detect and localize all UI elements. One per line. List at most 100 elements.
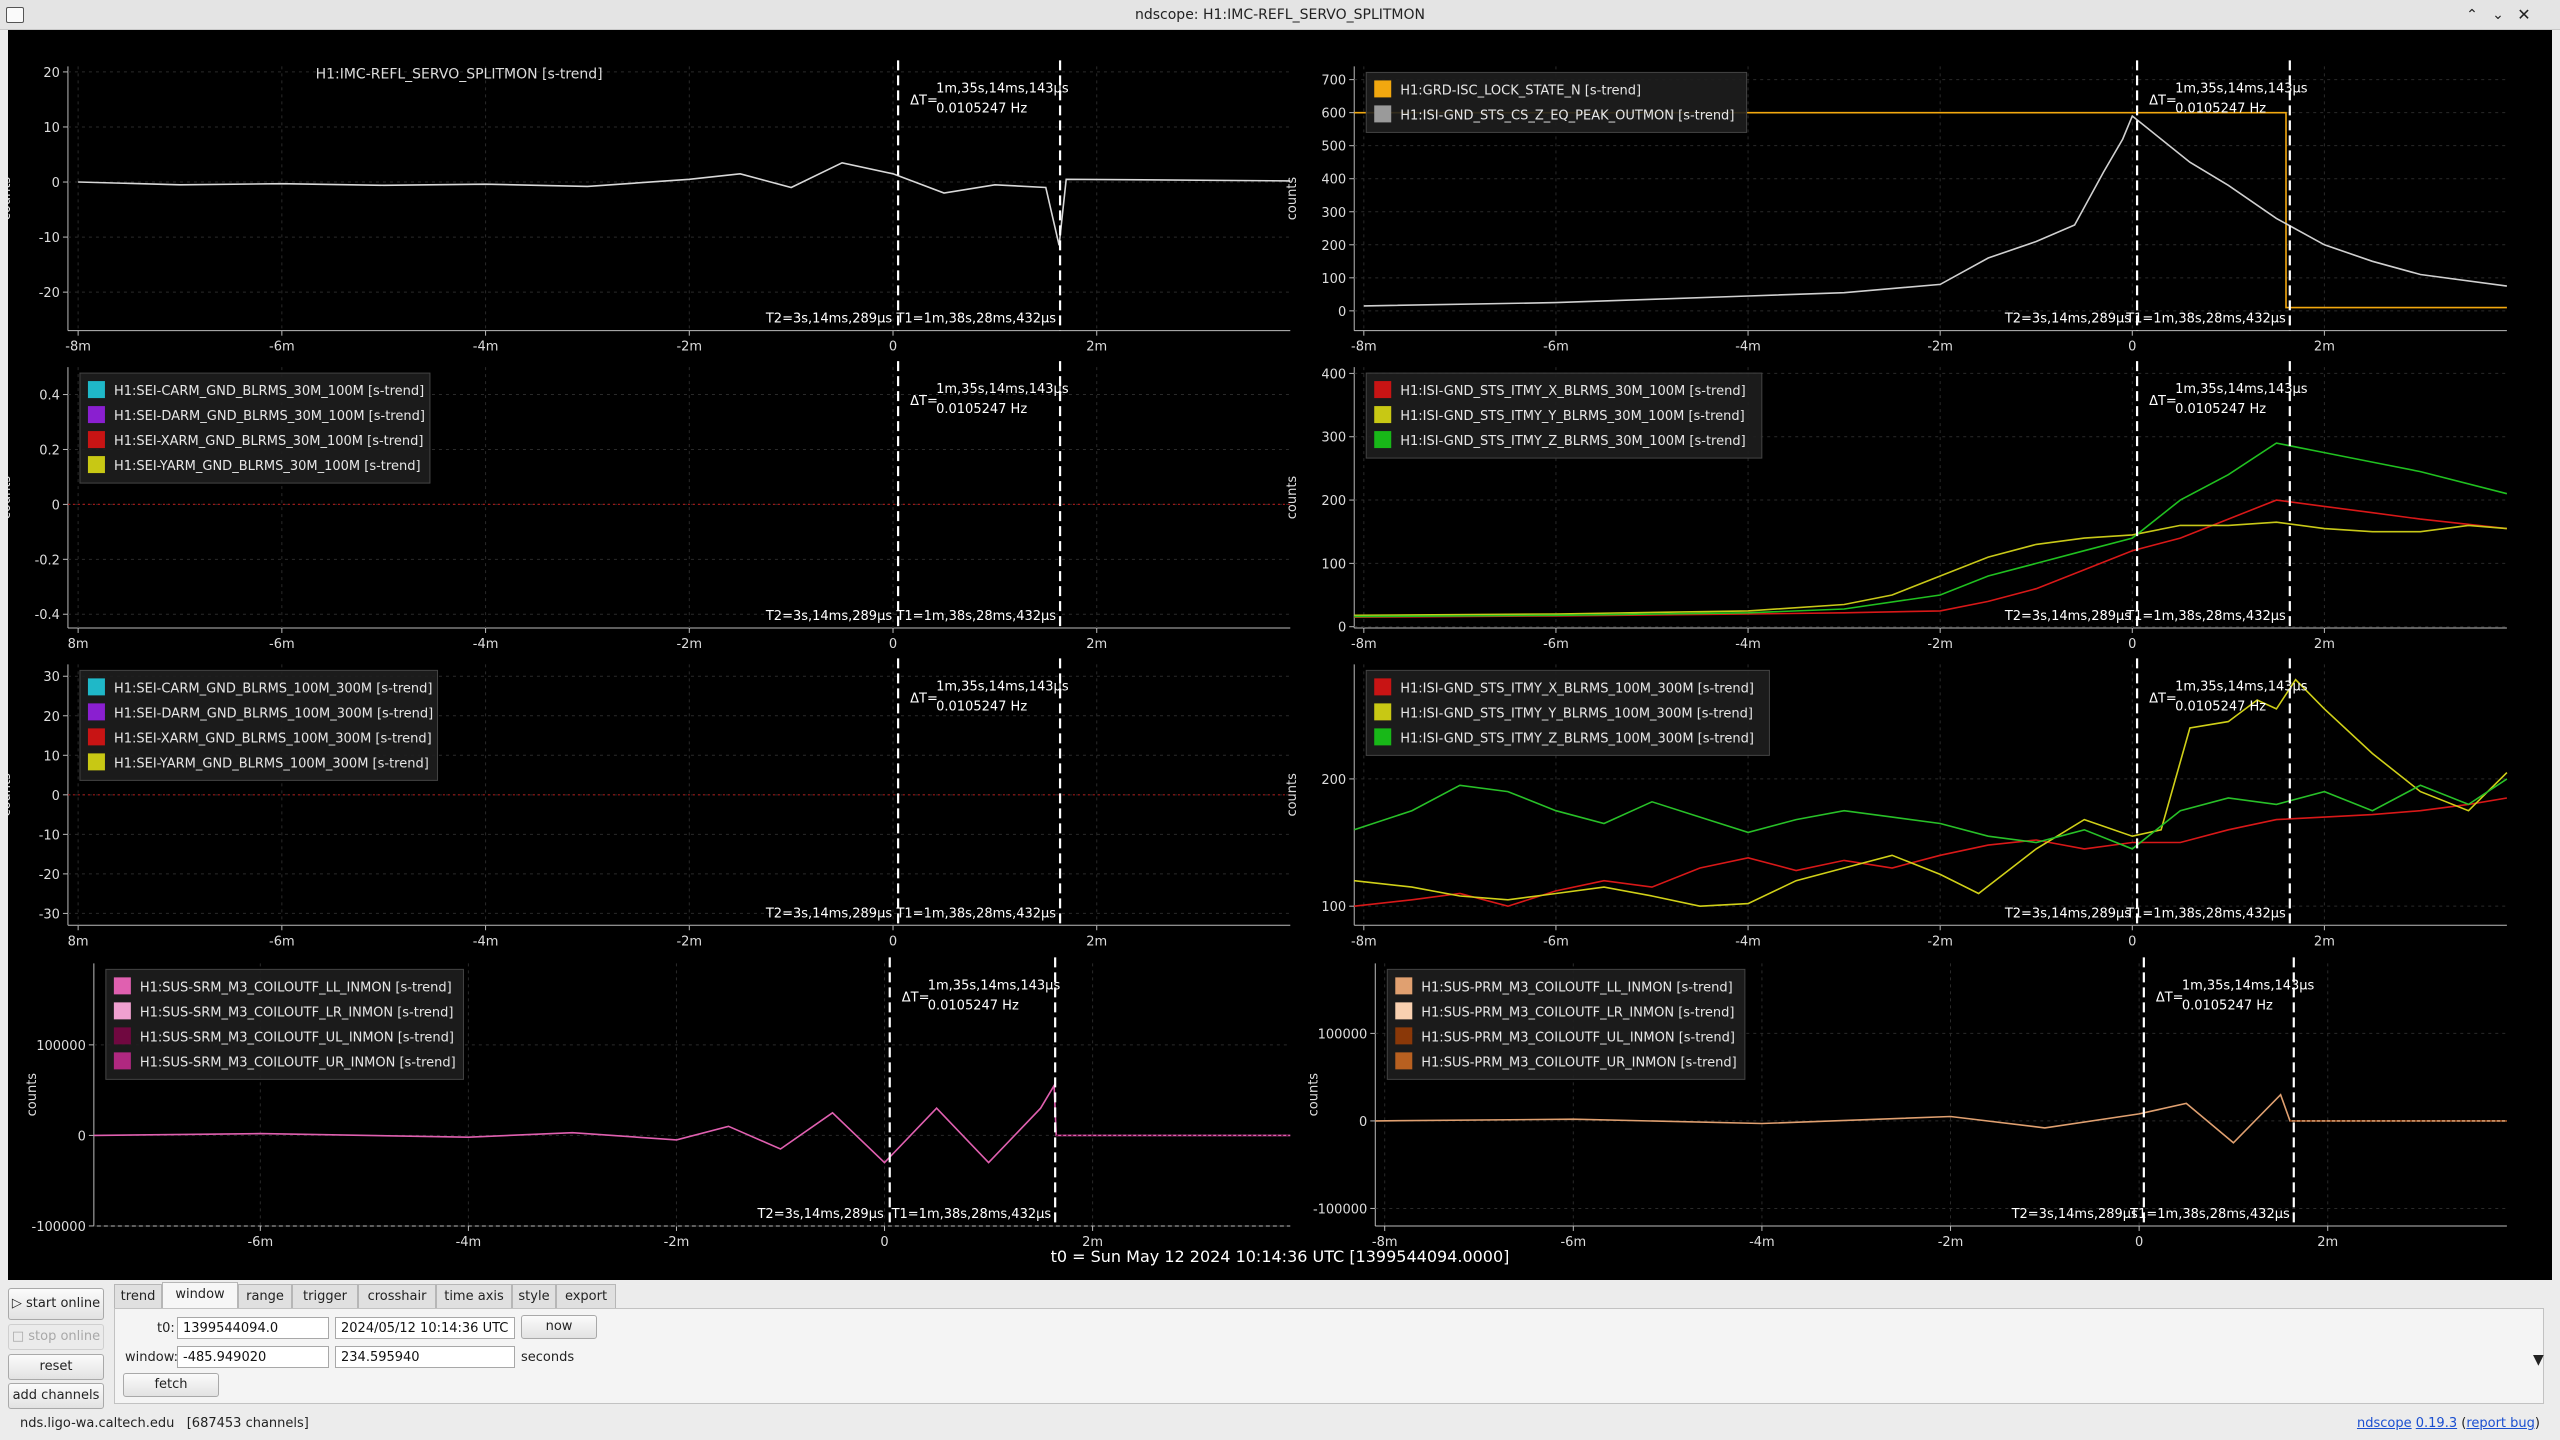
plot-p41-y-tick-label: 100000: [36, 1039, 86, 1054]
plot-p12-t1-label: T1=1m,38s,28ms,432µs: [2125, 312, 2286, 327]
plot-p31-dt-value: 1m,35s,14ms,143µs: [936, 679, 1069, 694]
minimize-icon[interactable]: ⌃: [2462, 5, 2482, 25]
report-bug-link[interactable]: report bug: [2466, 1416, 2535, 1431]
plot-p12-y-tick-label: 100: [1321, 272, 1346, 287]
plot-p32-x-tick-label: 2m: [2314, 934, 2335, 949]
plot-p41-t2-label: T2=3s,14ms,289µs: [756, 1207, 883, 1222]
plot-p42-legend-label: H1:SUS-PRM_M3_COILOUTF_LL_INMON [s-trend…: [1421, 980, 1732, 995]
tab-style[interactable]: style: [512, 1284, 556, 1308]
plot-p22-x-tick-label: -8m: [1351, 637, 1377, 652]
plot-p32-x-tick-label: 0: [2128, 934, 2136, 949]
tab-time-axis[interactable]: time axis: [436, 1284, 512, 1308]
start-online-label: start online: [26, 1296, 101, 1311]
plot-p21-legend-swatch: [87, 431, 105, 449]
plot-p22-legend-swatch: [1374, 431, 1392, 449]
plot-p32-x-tick-label: -8m: [1351, 934, 1377, 949]
plot-p31-legend-label: H1:SEI-XARM_GND_BLRMS_100M_300M [s-trend…: [114, 731, 432, 746]
plot-p21-y-tick-label: -0.2: [35, 553, 60, 568]
plot-p41-t1-label: T1=1m,38s,28ms,432µs: [891, 1207, 1052, 1222]
plot-p22-x-tick-label: 2m: [2314, 637, 2335, 652]
plot-p31-x-tick-label: 2m: [1086, 934, 1107, 949]
tab-range[interactable]: range: [238, 1284, 292, 1308]
plot-p21-legend-label: H1:SEI-XARM_GND_BLRMS_30M_100M [s-trend]: [114, 434, 423, 449]
panel-expand-icon[interactable]: ▼: [2533, 1352, 2544, 1368]
plot-p21-y-tick-label: 0: [52, 498, 60, 513]
plot-p21-t2-label: T2=3s,14ms,289µs: [765, 609, 892, 624]
tab-trigger[interactable]: trigger: [292, 1284, 358, 1308]
window-start-input[interactable]: [177, 1346, 329, 1368]
plot-p11-dt-value: 1m,35s,14ms,143µs: [936, 81, 1069, 96]
plot-p32-x-tick-label: -4m: [1735, 934, 1761, 949]
plot-p31-legend-swatch: [87, 678, 105, 696]
plot-p21-legend-swatch: [87, 456, 105, 474]
plot-p22-series-line: [1354, 521, 2507, 617]
plot-p11-series-line: [78, 161, 1291, 246]
reset-button[interactable]: reset: [8, 1354, 104, 1380]
plot-p42-series-line: [1375, 1093, 2507, 1144]
plot-p32-legend-label: H1:ISI-GND_STS_ITMY_Y_BLRMS_100M_300M [s…: [1400, 706, 1753, 721]
plot-p41-y-label: counts: [25, 1073, 40, 1117]
window-title: ndscope: H1:IMC-REFL_SERVO_SPLITMON: [1134, 7, 1426, 23]
plot-p22-y-tick-label: 200: [1321, 494, 1346, 509]
add-channels-button[interactable]: add channels: [8, 1383, 104, 1409]
plot-p41-legend-swatch: [113, 1027, 131, 1045]
plot-p31-x-tick-label: 8m: [68, 934, 89, 949]
ndscope-link[interactable]: ndscope: [2357, 1416, 2412, 1431]
t0-utc-input[interactable]: [335, 1317, 515, 1339]
plot-p21-freq-value: 0.0105247 Hz: [936, 402, 1027, 417]
fetch-button[interactable]: fetch: [123, 1373, 219, 1397]
plot-p22-x-tick-label: -2m: [1927, 637, 1953, 652]
plot-p12-legend-swatch: [1374, 80, 1392, 98]
plot-p32-y-tick-label: 200: [1321, 773, 1346, 788]
plot-p41-legend-label: H1:SUS-SRM_M3_COILOUTF_LL_INMON [s-trend…: [140, 980, 452, 995]
t0-gps-input[interactable]: [177, 1317, 329, 1339]
plot-p21-x-tick-label: 2m: [1086, 637, 1107, 652]
version-link[interactable]: 0.19.3: [2416, 1416, 2457, 1431]
plot-p21-legend-label: H1:SEI-CARM_GND_BLRMS_30M_100M [s-trend]: [114, 384, 424, 399]
tab-trend[interactable]: trend: [114, 1284, 162, 1308]
plot-p32-legend-swatch: [1374, 728, 1392, 746]
plot-p42-y-tick-label: -100000: [1313, 1202, 1367, 1217]
tab-crosshair[interactable]: crosshair: [358, 1284, 436, 1308]
plot-p42-y-tick-label: 100000: [1318, 1027, 1368, 1042]
tab-export[interactable]: export: [556, 1284, 616, 1308]
plot-p32-series-line: [1354, 797, 2508, 908]
plot-p32-series-line: [1353, 778, 2508, 850]
status-bar: nds.ligo-wa.caltech.edu [687453 channels…: [0, 1410, 2560, 1440]
plot-p11-x-tick-label: -4m: [473, 340, 499, 355]
plot-canvas[interactable]: -8m -6m -4m -2m 0 2m 20 10 0 -10 -20 counts H1:IMC-R…: [8, 30, 2552, 1280]
plot-p21-t1-label: T1=1m,38s,28ms,432µs: [895, 609, 1056, 624]
now-button[interactable]: now: [521, 1315, 597, 1339]
t0-readout: t0 = Sun May 12 2024 10:14:36 UTC [13995…: [1050, 1247, 1510, 1266]
plot-p21-x-tick-label: 8m: [68, 637, 89, 652]
plot-p21-y-tick-label: 0.2: [39, 443, 60, 458]
plot-p22-y-tick-label: 100: [1321, 557, 1346, 572]
plot-p41-freq-value: 0.0105247 Hz: [928, 998, 1019, 1013]
plot-p22-y-tick-label: 0: [1338, 621, 1346, 636]
plot-p11-y-label: counts: [8, 177, 14, 221]
close-icon[interactable]: ✕: [2514, 5, 2534, 25]
plot-p11-x-tick-label: -6m: [269, 340, 295, 355]
plot-p32-y-tick-label: 100: [1321, 900, 1346, 915]
plot-p22-legend-swatch: [1374, 381, 1392, 399]
tab-window[interactable]: window: [162, 1282, 238, 1309]
plot-p21-legend-label: H1:SEI-DARM_GND_BLRMS_30M_100M [s-trend]: [114, 409, 425, 424]
plot-p42-legend-swatch: [1395, 977, 1413, 995]
plot-grid[interactable]: -8m -6m -4m -2m 0 2m20100-10-20countsH1:IMC-R…: [8, 30, 2552, 1280]
plot-p31-legend-swatch: [87, 728, 105, 746]
maximize-icon[interactable]: ⌄: [2488, 5, 2508, 25]
plot-p41-y-tick-label: 0: [78, 1129, 86, 1144]
plot-p11-t1-label: T1=1m,38s,28ms,432µs: [895, 312, 1056, 327]
plot-p12-series-line: [1354, 111, 2507, 309]
plot-p22-legend-label: H1:ISI-GND_STS_ITMY_Y_BLRMS_30M_100M [s-…: [1400, 409, 1744, 424]
start-online-button[interactable]: ▷ start online: [8, 1288, 104, 1320]
plot-p41-dt-label: ΔT=: [902, 990, 930, 1005]
plot-p31-legend-label: H1:SEI-YARM_GND_BLRMS_100M_300M [s-trend…: [114, 756, 429, 771]
plot-p21-y-tick-label: -0.4: [35, 608, 60, 623]
plot-p21-y-tick-label: 0.4: [39, 389, 60, 404]
plot-p31-legend-swatch: [87, 753, 105, 771]
plot-p11-y-tick-label: 0: [52, 176, 60, 191]
window-end-input[interactable]: [335, 1346, 515, 1368]
plot-p12-y-tick-label: 400: [1321, 173, 1346, 188]
stop-online-button: □ stop online: [8, 1324, 104, 1350]
